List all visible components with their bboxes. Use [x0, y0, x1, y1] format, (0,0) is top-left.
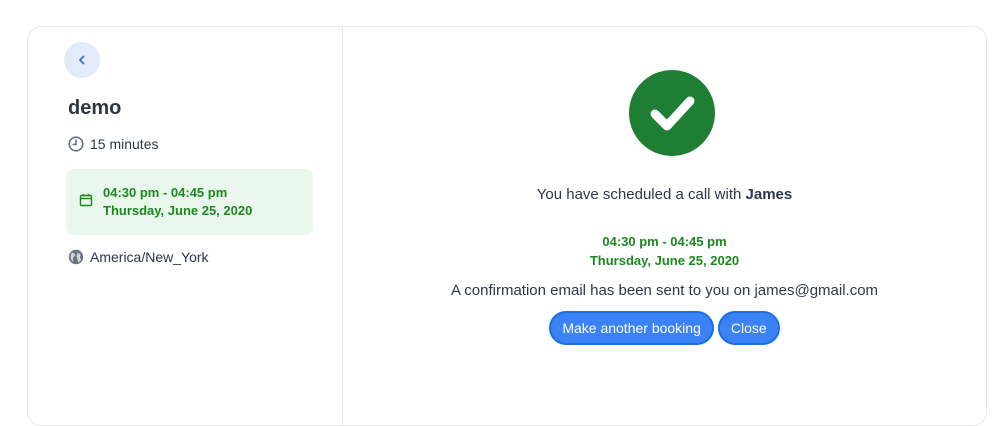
- event-title: demo: [68, 97, 122, 119]
- check-icon: [650, 96, 695, 131]
- confirmed-slot-date: Thursday, June 25, 2020: [589, 253, 740, 268]
- success-badge: [629, 70, 715, 156]
- close-button[interactable]: Close: [717, 311, 780, 345]
- selected-slot: 04:30 pm - 04:45 pm Thursday, June 25, 2…: [66, 169, 313, 235]
- make-another-booking-button[interactable]: Make another booking: [549, 311, 714, 345]
- duration-label: 15 minutes: [90, 136, 159, 152]
- globe-icon: [68, 249, 84, 265]
- slot-date: Thursday, June 25, 2020: [103, 203, 253, 218]
- scheduled-message: You have scheduled a call with James: [343, 186, 986, 203]
- timezone-label: America/New_York: [90, 249, 209, 265]
- event-details-panel: demo 15 minutes 04:30 pm - 04:45 pm Thur…: [28, 27, 343, 425]
- booking-card: demo 15 minutes 04:30 pm - 04:45 pm Thur…: [27, 26, 987, 426]
- clock-icon: [68, 136, 84, 152]
- event-duration: 15 minutes: [68, 136, 158, 152]
- confirmation-email-message: A confirmation email has been sent to yo…: [450, 282, 879, 299]
- calendar-icon: [79, 194, 93, 207]
- back-button[interactable]: [64, 42, 100, 78]
- confirmed-slot: 04:30 pm - 04:45 pm Thursday, June 25, 2…: [343, 232, 986, 270]
- slot-time: 04:30 pm - 04:45 pm: [103, 185, 228, 200]
- event-timezone: America/New_York: [68, 249, 209, 265]
- host-name: James: [745, 186, 793, 203]
- chevron-left-icon: [79, 55, 85, 65]
- confirmation-actions: Make another booking Close: [343, 311, 986, 345]
- scheduled-message-prefix: You have scheduled a call with: [536, 186, 746, 203]
- confirmed-slot-time: 04:30 pm - 04:45 pm: [602, 234, 727, 249]
- confirmation-panel: You have scheduled a call with James 04:…: [343, 27, 986, 425]
